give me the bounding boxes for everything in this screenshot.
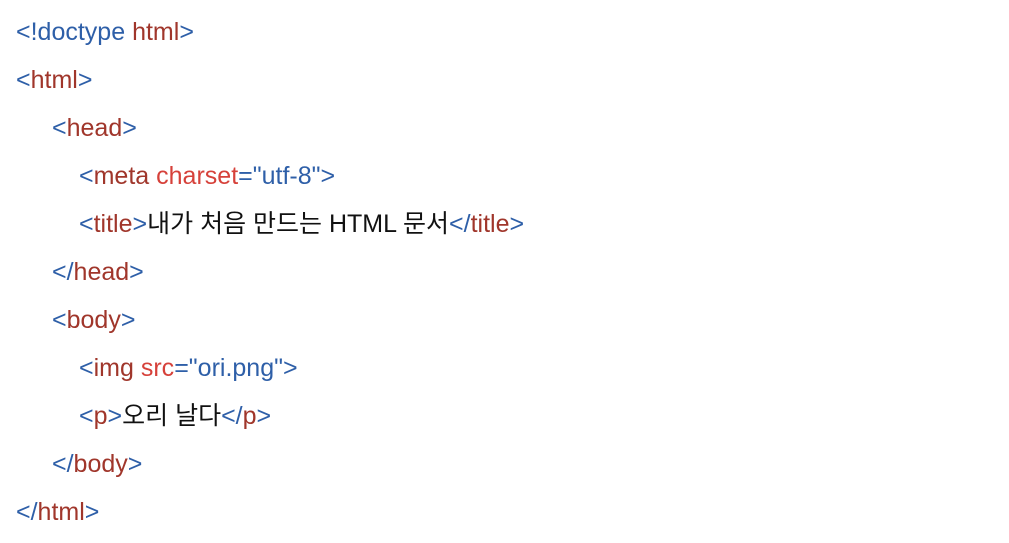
open-bracket: < <box>52 306 67 334</box>
open-bracket: < <box>16 18 31 46</box>
tag-name: body <box>66 306 121 334</box>
tag-name: html <box>30 66 78 94</box>
code-line-html-open: <html> <box>0 56 92 104</box>
tag-name: title <box>93 210 133 238</box>
end-tag-name: p <box>242 402 257 430</box>
open-bracket: </ <box>52 450 74 478</box>
close-bracket: > <box>120 306 136 334</box>
code-line-doctype: <!doctype html> <box>0 8 194 56</box>
tag-name: p <box>93 402 108 430</box>
close-bracket: > <box>179 18 194 46</box>
tag-name: img <box>93 354 134 382</box>
code-listing: <!doctype html> <html> <head> <meta char… <box>0 0 1009 543</box>
tag-name: body <box>73 450 128 478</box>
open-bracket: < <box>79 162 94 190</box>
title-text: 내가 처음 만드는 HTML 문서 <box>147 210 450 238</box>
close-bracket: > <box>283 354 298 382</box>
code-line-meta: <meta charset="utf-8"> <box>0 152 335 200</box>
code-line-title: <title>내가 처음 만드는 HTML 문서</title> <box>0 200 524 248</box>
close-bracket: > <box>320 162 336 190</box>
attribute-value: "utf-8" <box>252 162 321 190</box>
open-bracket: </ <box>52 258 74 286</box>
open-bracket: < <box>79 354 94 382</box>
tag-name: html <box>132 18 180 46</box>
equals-sign: = <box>238 162 253 190</box>
attribute-value: "ori.png" <box>188 354 283 382</box>
end-open-bracket: </ <box>449 210 471 238</box>
end-open-bracket: </ <box>221 402 243 430</box>
code-line-img: <img src="ori.png"> <box>0 344 298 392</box>
close-bracket: > <box>127 450 143 478</box>
open-bracket: < <box>52 114 67 142</box>
code-line-html-close: </html> <box>0 488 99 536</box>
open-bracket: < <box>16 66 31 94</box>
tag-name: head <box>66 114 123 142</box>
attribute-name: charset <box>156 162 239 190</box>
end-close-bracket: > <box>509 210 525 238</box>
code-line-head-close: </head> <box>0 248 144 296</box>
tag-name: html <box>37 498 85 526</box>
code-line-body-open: <body> <box>0 296 135 344</box>
close-bracket: > <box>129 258 144 286</box>
code-line-paragraph: <p>오리 날다</p> <box>0 392 271 440</box>
tag-name: meta <box>93 162 150 190</box>
close-bracket: > <box>84 498 100 526</box>
open-bracket: < <box>79 402 94 430</box>
open-bracket: < <box>79 210 94 238</box>
close-bracket: > <box>122 114 137 142</box>
open-bracket: </ <box>16 498 38 526</box>
doctype-keyword: !doctype <box>30 18 126 46</box>
paragraph-text: 오리 날다 <box>122 402 222 430</box>
end-close-bracket: > <box>256 402 272 430</box>
close-bracket: > <box>107 402 123 430</box>
equals-sign: = <box>174 354 189 382</box>
close-bracket: > <box>77 66 93 94</box>
end-tag-name: title <box>470 210 510 238</box>
code-line-head-open: <head> <box>0 104 137 152</box>
close-bracket: > <box>132 210 148 238</box>
code-line-body-close: </body> <box>0 440 142 488</box>
attribute-name: src <box>140 354 175 382</box>
tag-name: head <box>73 258 130 286</box>
